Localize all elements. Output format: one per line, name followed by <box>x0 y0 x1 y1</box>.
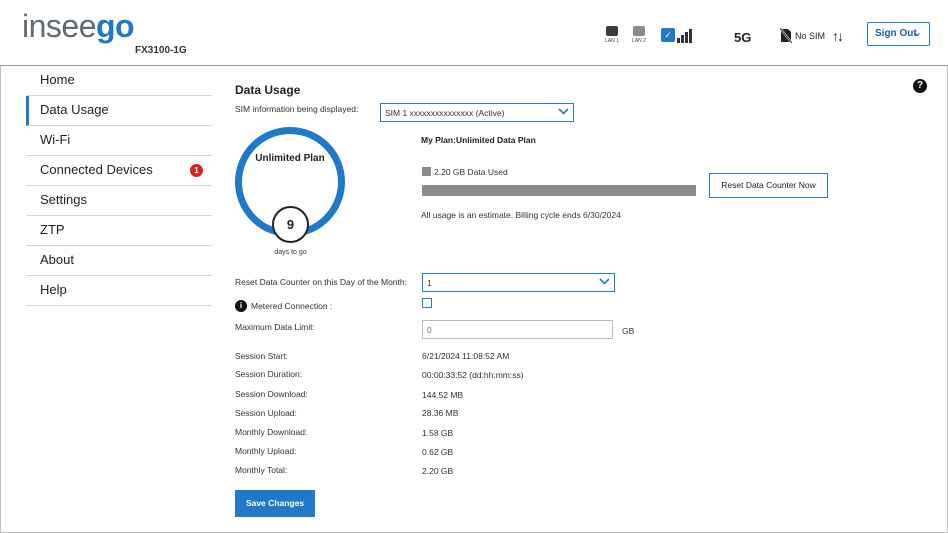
billing-estimate-text: All usage is an estimate. Billing cycle … <box>421 210 621 220</box>
stat-label: Session Start: <box>235 351 288 361</box>
stat-label: Monthly Upload: <box>235 446 297 456</box>
stat-value: 6/21/2024 11:08:52 AM <box>422 351 510 361</box>
max-data-limit-input[interactable] <box>422 320 613 339</box>
stat-label: Session Download: <box>235 389 308 399</box>
stat-value: 0.62 GB <box>422 447 454 457</box>
stat-label: Monthly Download: <box>235 427 308 437</box>
data-used-text: 2.20 GB Data Used <box>434 167 508 177</box>
no-sim-icon <box>780 28 792 43</box>
stat-label: Session Duration: <box>235 369 303 379</box>
metered-connection-label: Metered Connection : <box>251 301 333 311</box>
plan-name: My Plan:Unlimited Data Plan <box>421 135 536 145</box>
sim-status: No SIM <box>795 31 826 41</box>
metered-connection-checkbox[interactable] <box>422 298 432 308</box>
stat-value: 1.58 GB <box>422 428 454 438</box>
days-remaining: 9 <box>272 206 309 243</box>
lan1-port-icon: LAN 1 <box>604 26 620 44</box>
max-data-limit-label: Maximum Data Limit: <box>235 322 315 332</box>
reset-day-select[interactable]: 1 <box>422 273 615 292</box>
data-used-swatch <box>422 167 431 176</box>
stat-value: 28.36 MB <box>422 408 459 418</box>
top-header: inseego FX3100-1G LAN 1 LAN 2 ✓ 5G No SI… <box>0 0 948 66</box>
days-remaining-label: days to go <box>274 249 307 256</box>
network-type: 5G <box>734 30 752 45</box>
chevron-down-icon: ⌄ <box>912 27 922 39</box>
inseego-logo: inseego <box>22 8 135 44</box>
sim-select-label: SIM information being displayed: <box>235 104 359 114</box>
info-icon[interactable]: i <box>235 300 247 312</box>
max-data-limit-unit: GB <box>622 326 635 336</box>
usage-progress-fill <box>422 185 696 196</box>
stat-value: 2.20 GB <box>422 466 454 476</box>
signal-bars-icon <box>677 29 697 43</box>
sim-select[interactable]: SIM 1 xxxxxxxxxxxxxxx (Active) <box>380 103 574 122</box>
help-icon[interactable]: ? <box>913 79 927 93</box>
wifi-icon: ✓ <box>661 28 675 42</box>
chevron-down-icon <box>599 278 610 285</box>
stat-value: 00:00:33:52 (dd:hh:mm:ss) <box>422 370 524 380</box>
reset-data-counter-button[interactable]: Reset Data Counter Now <box>709 173 828 198</box>
sign-out-button[interactable]: Sign Out ⌄ <box>867 22 930 46</box>
lan2-port-icon: LAN 2 <box>631 26 647 44</box>
reset-day-label: Reset Data Counter on this Day of the Mo… <box>235 277 407 287</box>
usage-progress-bar <box>422 185 696 196</box>
stat-label: Monthly Total: <box>235 465 288 475</box>
stat-label: Session Upload: <box>235 408 297 418</box>
save-changes-button[interactable]: Save Changes <box>235 490 315 517</box>
chevron-down-icon <box>558 108 569 115</box>
stat-value: 144.52 MB <box>422 390 464 400</box>
device-model: FX3100-1G <box>135 45 187 56</box>
data-transfer-arrows-icon: ↑↓ <box>832 28 844 44</box>
gauge-plan-text: Unlimited Plan <box>255 153 325 164</box>
page-title: Data Usage <box>235 83 301 97</box>
main-content: Data Usage ? SIM information being displ… <box>0 66 948 533</box>
